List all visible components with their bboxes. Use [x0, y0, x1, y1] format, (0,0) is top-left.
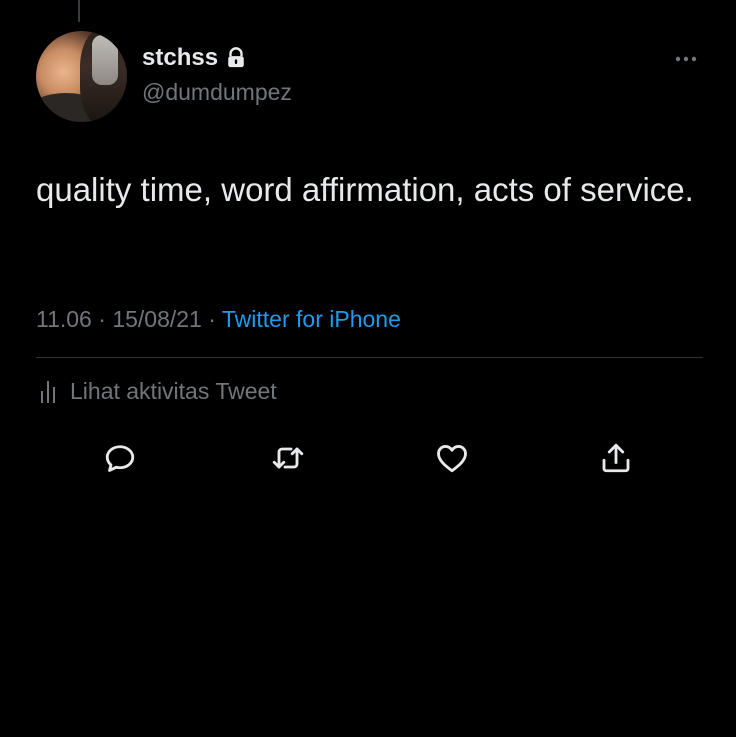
analytics-icon — [41, 380, 55, 403]
share-icon — [602, 443, 630, 473]
avatar[interactable] — [36, 31, 127, 122]
divider — [36, 357, 703, 358]
tweet-source-link[interactable]: Twitter for iPhone — [222, 306, 401, 332]
display-name-text: stchss — [142, 44, 219, 71]
lock-icon — [228, 47, 244, 68]
tweet-text: quality time, word affirmation, acts of … — [36, 171, 694, 208]
avatar-highlight — [92, 35, 118, 85]
thread-connector-line — [78, 0, 80, 22]
display-name[interactable]: stchss — [142, 44, 247, 72]
meta-separator: · — [208, 306, 216, 332]
view-tweet-activity-link[interactable]: Lihat aktivitas Tweet — [36, 378, 277, 405]
reply-icon — [105, 445, 135, 472]
share-button[interactable] — [596, 438, 636, 478]
like-button[interactable] — [432, 438, 472, 478]
more-options-icon[interactable] — [672, 51, 702, 67]
meta-separator: · — [98, 306, 106, 332]
tweet-time: 11.06 — [36, 306, 92, 332]
tweet-actions-bar — [0, 438, 736, 478]
tweet-date: 15/08/21 — [112, 306, 202, 332]
view-tweet-activity-label: Lihat aktivitas Tweet — [70, 378, 277, 404]
retweet-icon — [272, 447, 304, 469]
heart-icon — [437, 445, 467, 473]
retweet-button[interactable] — [268, 438, 308, 478]
user-handle[interactable]: @dumdumpez — [142, 79, 292, 106]
reply-button[interactable] — [100, 438, 140, 478]
tweet-meta: 11.06 · 15/08/21 · Twitter for iPhone — [36, 306, 401, 333]
